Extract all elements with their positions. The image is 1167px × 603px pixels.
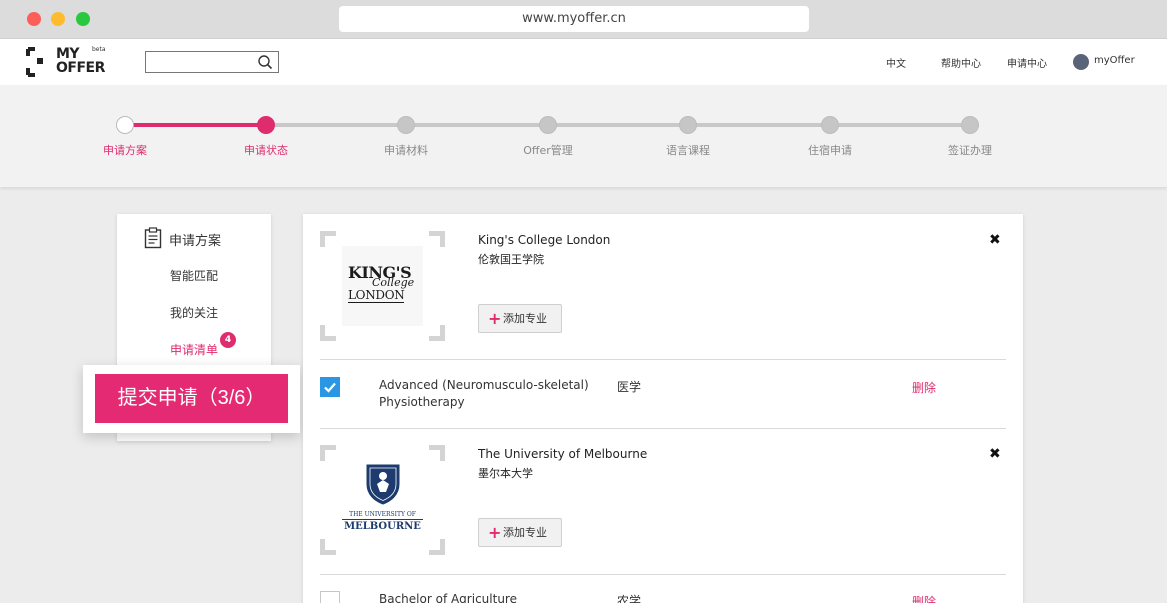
plus-icon: + bbox=[488, 523, 502, 542]
progress-stepper: 申请方案 申请状态 申请材料 Offer管理 语言课程 住宿申请 签证办理 bbox=[0, 85, 1167, 187]
application-list-panel: KING'S College LONDON King's College Lon… bbox=[303, 214, 1023, 603]
program-name: Bachelor of Agriculture bbox=[379, 592, 517, 603]
frame-corner bbox=[429, 231, 445, 247]
myoffer-logo[interactable]: MY OFFER beta bbox=[26, 46, 112, 77]
nav-application-center[interactable]: 申请中心 bbox=[1007, 55, 1047, 70]
step-label-visa[interactable]: 签证办理 bbox=[925, 142, 1015, 158]
step-dot-6[interactable] bbox=[821, 116, 839, 134]
university-logo-frame: KING'S College LONDON bbox=[320, 231, 445, 341]
browser-window: www.myoffer.cn MY OFFER beta 中文 帮助中心 申请中… bbox=[0, 0, 1167, 603]
sidebar-item-smart-match[interactable]: 智能匹配 bbox=[117, 267, 271, 284]
step-label-language[interactable]: 语言课程 bbox=[643, 142, 733, 158]
sidebar-item-application-list[interactable]: 申请清单 bbox=[117, 341, 271, 358]
close-icon[interactable]: ✖ bbox=[989, 446, 1001, 462]
university-name-cn: 伦敦国王学院 bbox=[478, 253, 544, 266]
search-icon[interactable] bbox=[257, 54, 273, 70]
maximize-window-button[interactable] bbox=[76, 12, 90, 26]
submit-popover: 提交申请（3/6） bbox=[83, 365, 300, 433]
logo-bracket-icon bbox=[26, 47, 43, 77]
step-dot-5[interactable] bbox=[679, 116, 697, 134]
program-checkbox[interactable] bbox=[320, 377, 340, 397]
university-name[interactable]: King's College London bbox=[478, 233, 610, 247]
clipboard-icon bbox=[144, 227, 162, 249]
frame-corner bbox=[429, 445, 445, 461]
site-header: MY OFFER beta 中文 帮助中心 申请中心 myOffer bbox=[0, 39, 1167, 85]
divider bbox=[320, 359, 1006, 360]
university-logo-frame: THE UNIVERSITY OF MELBOURNE bbox=[320, 445, 445, 555]
step-label-status[interactable]: 申请状态 bbox=[221, 142, 311, 158]
university-name[interactable]: The University of Melbourne bbox=[478, 447, 647, 461]
search-box[interactable] bbox=[145, 51, 279, 73]
frame-corner bbox=[429, 539, 445, 555]
logo-beta: beta bbox=[92, 46, 106, 53]
sidebar-title[interactable]: 申请方案 bbox=[169, 230, 221, 249]
logo-text-bottom: OFFER bbox=[56, 60, 105, 76]
frame-corner bbox=[320, 325, 336, 341]
step-dot-1[interactable] bbox=[116, 116, 134, 134]
step-dot-4[interactable] bbox=[539, 116, 557, 134]
sidebar-item-favorites[interactable]: 我的关注 bbox=[117, 304, 271, 321]
step-label-materials[interactable]: 申请材料 bbox=[361, 142, 451, 158]
program-name: Advanced (Neuromusculo-skeletal) Physiot… bbox=[379, 378, 589, 409]
divider bbox=[320, 428, 1006, 429]
step-label-offer[interactable]: Offer管理 bbox=[503, 142, 593, 158]
browser-chrome: www.myoffer.cn bbox=[0, 0, 1167, 39]
close-icon[interactable]: ✖ bbox=[989, 232, 1001, 248]
melbourne-logo-line1: THE UNIVERSITY OF bbox=[342, 511, 423, 520]
nav-help-center[interactable]: 帮助中心 bbox=[941, 55, 981, 70]
program-field: 农学 bbox=[617, 594, 642, 603]
close-window-button[interactable] bbox=[27, 12, 41, 26]
program-checkbox[interactable] bbox=[320, 591, 340, 603]
frame-corner bbox=[320, 539, 336, 555]
submit-application-button[interactable]: 提交申请（3/6） bbox=[95, 374, 288, 423]
step-label-housing[interactable]: 住宿申请 bbox=[785, 142, 875, 158]
university-name-cn: 墨尔本大学 bbox=[478, 467, 533, 480]
check-icon bbox=[324, 382, 336, 393]
step-dot-7[interactable] bbox=[961, 116, 979, 134]
stepper-track-done bbox=[125, 123, 266, 127]
program-field: 医学 bbox=[617, 380, 642, 394]
nav-language[interactable]: 中文 bbox=[886, 55, 906, 70]
frame-corner bbox=[320, 231, 336, 247]
frame-corner bbox=[429, 325, 445, 341]
step-dot-3[interactable] bbox=[397, 116, 415, 134]
melbourne-logo-line2: MELBOURNE bbox=[344, 521, 421, 532]
kings-logo-line3: LONDON bbox=[348, 288, 405, 303]
frame-corner bbox=[320, 445, 336, 461]
stepper-track-pending bbox=[266, 123, 970, 127]
minimize-window-button[interactable] bbox=[51, 12, 65, 26]
step-label-plan[interactable]: 申请方案 bbox=[80, 142, 170, 158]
divider bbox=[320, 574, 1006, 575]
plus-icon: + bbox=[488, 309, 502, 328]
address-bar[interactable]: www.myoffer.cn bbox=[339, 6, 809, 32]
avatar[interactable] bbox=[1073, 54, 1089, 70]
add-program-label: 添加专业 bbox=[503, 526, 547, 539]
kings-college-logo: KING'S College LONDON bbox=[342, 246, 423, 326]
add-program-button[interactable]: + 添加专业 bbox=[478, 518, 562, 547]
melbourne-crest-icon bbox=[366, 464, 400, 505]
step-dot-2[interactable] bbox=[257, 116, 275, 134]
delete-program-link[interactable]: 删除 bbox=[912, 593, 936, 603]
delete-program-link[interactable]: 删除 bbox=[912, 379, 936, 396]
nav-user-name[interactable]: myOffer bbox=[1094, 55, 1135, 66]
add-program-button[interactable]: + 添加专业 bbox=[478, 304, 562, 333]
melbourne-logo: THE UNIVERSITY OF MELBOURNE bbox=[342, 460, 423, 540]
add-program-label: 添加专业 bbox=[503, 312, 547, 325]
application-count-badge: 4 bbox=[220, 332, 236, 348]
